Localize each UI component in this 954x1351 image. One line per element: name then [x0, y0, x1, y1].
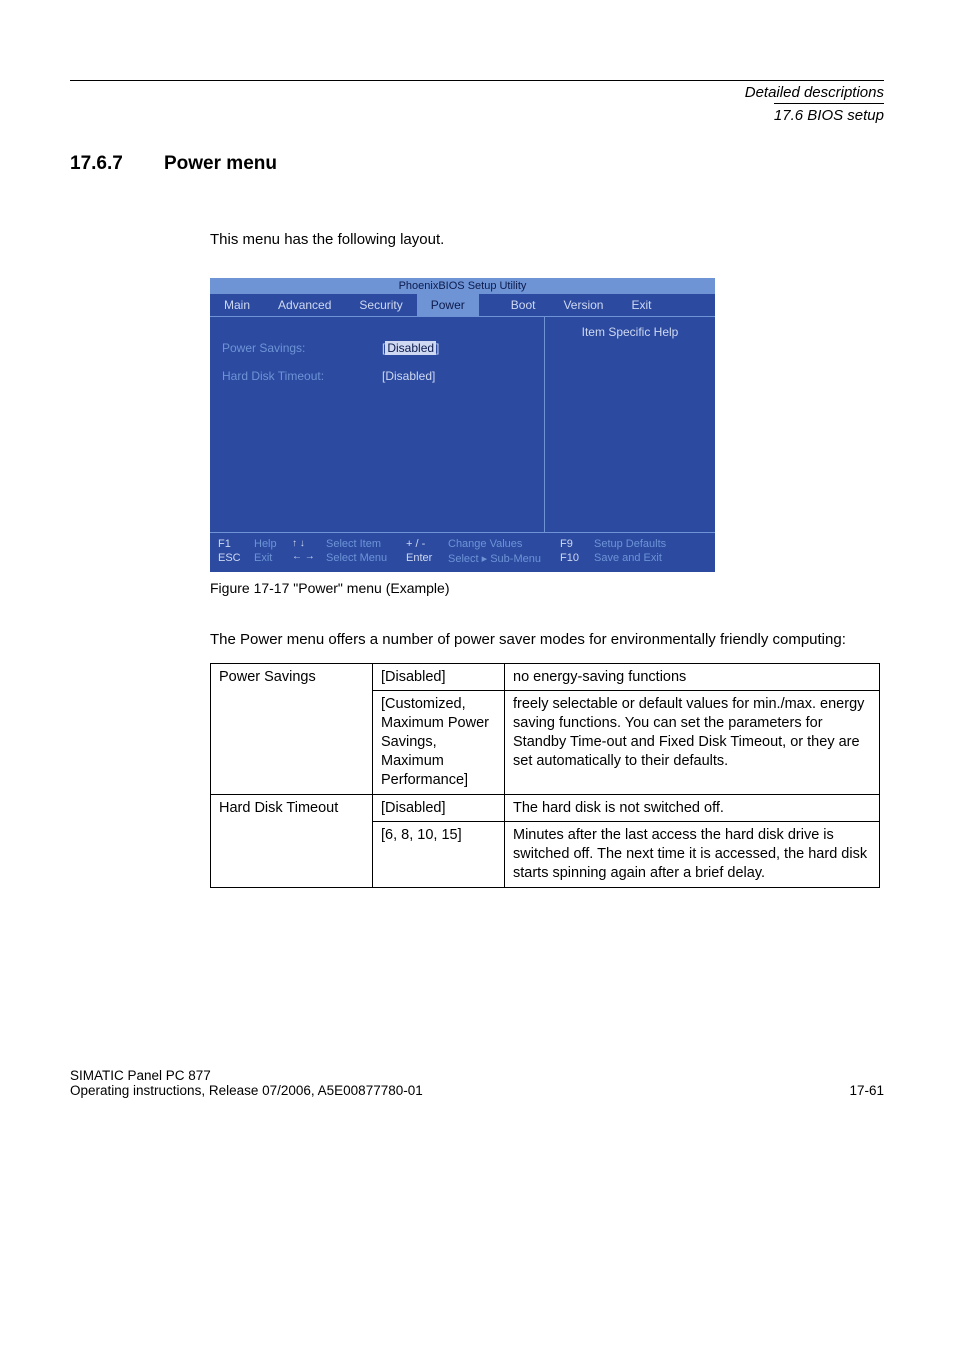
- footer-doc-info: Operating instructions, Release 07/2006,…: [70, 1083, 423, 1098]
- key-updown: ↑ ↓: [292, 538, 318, 549]
- action-setup-defaults: Setup Defaults: [594, 538, 666, 550]
- action-select-item: Select Item: [326, 538, 398, 550]
- key-f10: F10: [560, 552, 586, 564]
- key-f9: F9: [560, 538, 586, 550]
- cell-hd-disabled: [Disabled]: [373, 794, 505, 822]
- paragraph-power-menu: The Power menu offers a number of power …: [210, 630, 884, 650]
- figure-caption: Figure 17-17 "Power" menu (Example): [210, 580, 884, 596]
- bios-footer: F1 ESC Help Exit ↑ ↓ ← → Select Item Sel…: [210, 533, 715, 572]
- cell-ps-options-desc: freely selectable or default values for …: [505, 691, 880, 794]
- menu-advanced[interactable]: Advanced: [264, 294, 345, 316]
- header-line1: Detailed descriptions: [70, 83, 884, 103]
- power-savings-label: Power Savings:: [222, 341, 382, 355]
- cell-ps-disabled: [Disabled]: [373, 663, 505, 691]
- section-title: Power menu: [164, 153, 277, 175]
- action-select-menu: Select Menu: [326, 552, 398, 564]
- power-savings-value[interactable]: [Disabled]: [382, 341, 439, 355]
- key-plusminus: + / -: [406, 538, 440, 550]
- page-number: 17-61: [849, 1083, 884, 1098]
- menu-power[interactable]: Power: [417, 294, 479, 316]
- footer-product: SIMATIC Panel PC 877: [70, 1068, 423, 1083]
- key-leftright: ← →: [292, 551, 318, 562]
- menu-security[interactable]: Security: [345, 294, 416, 316]
- cell-ps-options: [Customized, Maximum Power Savings, Maxi…: [373, 691, 505, 794]
- action-exit: Exit: [254, 552, 284, 564]
- cell-power-savings: Power Savings: [211, 663, 373, 794]
- cell-hd-disabled-desc: The hard disk is not switched off.: [505, 794, 880, 822]
- intro-text: This menu has the following layout.: [210, 230, 884, 250]
- action-change-values: Change Values: [448, 538, 552, 550]
- bios-title: PhoenixBIOS Setup Utility: [210, 278, 715, 294]
- header-line2: 17.6 BIOS setup: [774, 103, 884, 126]
- hard-disk-timeout-value[interactable]: [Disabled]: [382, 369, 435, 383]
- action-save-exit: Save and Exit: [594, 552, 666, 564]
- bios-screenshot: PhoenixBIOS Setup Utility Main Advanced …: [210, 278, 715, 572]
- section-number: 17.6.7: [70, 153, 164, 175]
- key-esc: ESC: [218, 552, 246, 564]
- page-footer: SIMATIC Panel PC 877 Operating instructi…: [70, 1068, 884, 1098]
- menu-main[interactable]: Main: [210, 294, 264, 316]
- menu-exit[interactable]: Exit: [617, 294, 665, 316]
- action-select-sub: Select ▸ Sub-Menu: [448, 552, 552, 565]
- key-f1: F1: [218, 538, 246, 550]
- cell-hd-minutes: [6, 8, 10, 15]: [373, 822, 505, 888]
- bios-menubar: Main Advanced Security Power Boot Versio…: [210, 294, 715, 316]
- page-header: Detailed descriptions 17.6 BIOS setup: [70, 83, 884, 125]
- hard-disk-timeout-label: Hard Disk Timeout:: [222, 369, 382, 383]
- cell-hd-minutes-desc: Minutes after the last access the hard d…: [505, 822, 880, 888]
- cell-hd-timeout: Hard Disk Timeout: [211, 794, 373, 887]
- help-panel-title: Item Specific Help: [555, 325, 705, 339]
- key-enter: Enter: [406, 552, 440, 564]
- action-help: Help: [254, 538, 284, 550]
- cell-ps-disabled-desc: no energy-saving functions: [505, 663, 880, 691]
- settings-table: Power Savings [Disabled] no energy-savin…: [210, 663, 880, 888]
- menu-version[interactable]: Version: [549, 294, 617, 316]
- menu-boot[interactable]: Boot: [497, 294, 550, 316]
